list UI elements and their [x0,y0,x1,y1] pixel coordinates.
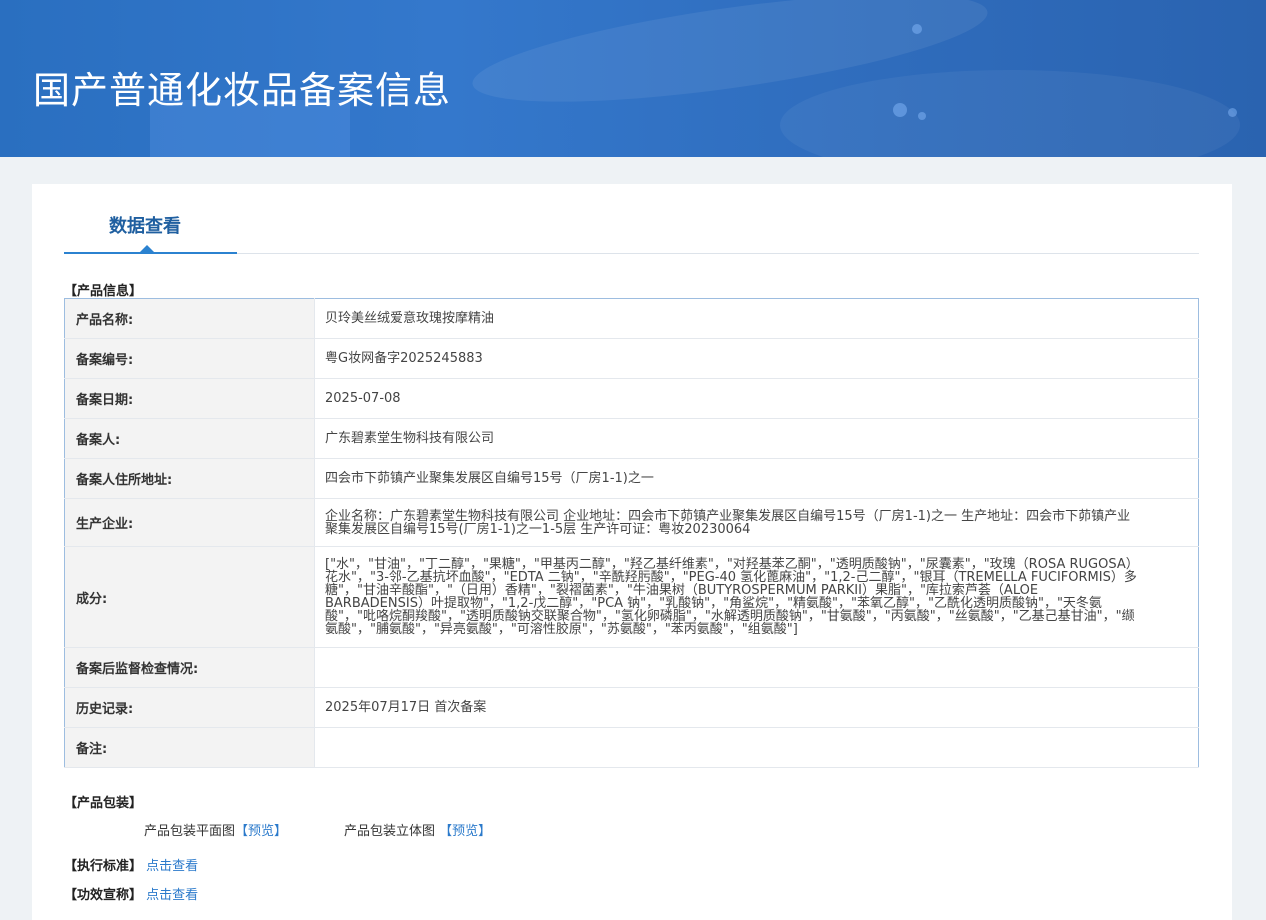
preview-solid-link[interactable]: 【预览】 [439,824,491,839]
row-label: 备案日期: [64,378,315,419]
row-value: 企业名称：广东碧素堂生物科技有限公司 企业地址：四会市下茆镇产业聚集发展区自编号… [314,498,1199,547]
table-row: 备注: [64,727,1199,768]
row-label: 成分: [64,546,315,648]
table-row: 备案人住所地址: 四会市下茆镇产业聚集发展区自编号15号（厂房1-1)之一 [64,458,1199,499]
row-value: 2025年07月17日 首次备案 [314,687,1199,728]
packaging-flat-item: 产品包装平面图【预览】 [144,820,287,839]
page-title: 国产普通化妆品备案信息 [33,69,451,112]
table-row: 备案后监督检查情况: [64,647,1199,688]
table-row: 备案编号: 粤G妆网备字2025245883 [64,338,1199,379]
efficacy-row: 【功效宣称】 点击查看 [64,884,198,903]
packaging-heading: 【产品包装】 [64,796,143,811]
banner-dot [1228,108,1237,117]
standard-view-link[interactable]: 点击查看 [146,859,198,874]
table-row: 产品名称: 贝玲美丝绒爱意玫瑰按摩精油 [64,298,1199,339]
packaging-solid-label: 产品包装立体图 [344,824,436,839]
efficacy-view-link[interactable]: 点击查看 [146,888,198,903]
row-value: 2025-07-08 [314,378,1199,419]
packaging-flat-label: 产品包装平面图 [144,824,236,839]
banner-dot [893,103,907,117]
banner-dot [912,24,922,34]
content-card: 数据查看 【产品信息】 产品名称: 贝玲美丝绒爱意玫瑰按摩精油 备案编号: 粤G… [32,184,1232,920]
row-label: 备案人: [64,418,315,459]
row-value: 粤G妆网备字2025245883 [314,338,1199,379]
header-banner: 国产普通化妆品备案信息 [0,0,1266,157]
row-label: 产品名称: [64,298,315,339]
row-value: ["水"，"甘油"，"丁二醇"，"果糖"，"甲基丙二醇"，"羟乙基纤维素"，"对… [314,546,1199,648]
row-value: 贝玲美丝绒爱意玫瑰按摩精油 [314,298,1199,339]
banner-dot [918,112,926,120]
tab-data-view[interactable]: 数据查看 [64,184,237,254]
preview-flat-link[interactable]: 【预览】 [235,824,287,839]
table-row: 备案人: 广东碧素堂生物科技有限公司 [64,418,1199,459]
row-value: 四会市下茆镇产业聚集发展区自编号15号（厂房1-1)之一 [314,458,1199,499]
table-row: 成分: ["水"，"甘油"，"丁二醇"，"果糖"，"甲基丙二醇"，"羟乙基纤维素… [64,546,1199,648]
row-label: 历史记录: [64,687,315,728]
table-row: 生产企业: 企业名称：广东碧素堂生物科技有限公司 企业地址：四会市下茆镇产业聚集… [64,498,1199,547]
row-value [314,647,1199,688]
product-info-heading: 【产品信息】 [64,284,143,299]
efficacy-label: 【功效宣称】 [64,888,143,903]
row-label: 备案人住所地址: [64,458,315,499]
row-label: 备注: [64,727,315,768]
row-label: 生产企业: [64,498,315,547]
standard-label: 【执行标准】 [64,859,143,874]
product-info-table: 产品名称: 贝玲美丝绒爱意玫瑰按摩精油 备案编号: 粤G妆网备字20252458… [64,298,1199,768]
row-value [314,727,1199,768]
table-row: 备案日期: 2025-07-08 [64,378,1199,419]
table-row: 历史记录: 2025年07月17日 首次备案 [64,687,1199,728]
banner-decoration [780,70,1240,157]
tab-indicator-caret [140,245,154,252]
packaging-solid-item: 产品包装立体图 【预览】 [344,820,491,839]
row-value: 广东碧素堂生物科技有限公司 [314,418,1199,459]
tab-label: 数据查看 [109,216,181,237]
row-label: 备案编号: [64,338,315,379]
standard-row: 【执行标准】 点击查看 [64,855,198,874]
row-label: 备案后监督检查情况: [64,647,315,688]
tab-bar: 数据查看 [64,184,1199,254]
